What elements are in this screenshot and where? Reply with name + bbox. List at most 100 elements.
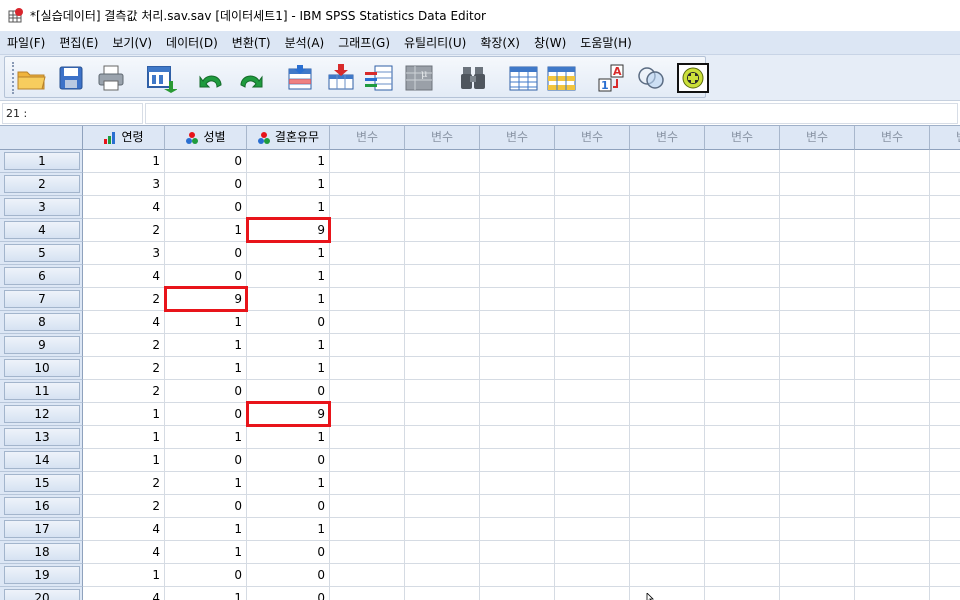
empty-variable-header[interactable]: 변수 [405,126,480,150]
empty-cell[interactable] [555,150,630,173]
add-extension-icon[interactable] [677,63,709,93]
row-header[interactable]: 13 [0,426,83,449]
empty-cell[interactable] [855,564,930,587]
empty-cell[interactable] [330,541,405,564]
data-cell[interactable]: 1 [165,311,247,334]
undo-icon[interactable] [195,63,227,93]
empty-cell[interactable] [555,265,630,288]
empty-cell[interactable] [930,173,960,196]
empty-cell[interactable] [480,311,555,334]
empty-cell[interactable] [555,380,630,403]
empty-cell[interactable] [555,472,630,495]
row-header[interactable]: 4 [0,219,83,242]
data-cell[interactable]: 4 [83,541,165,564]
data-cell[interactable]: 4 [83,311,165,334]
empty-cell[interactable] [405,242,480,265]
empty-cell[interactable] [330,449,405,472]
empty-cell[interactable] [555,219,630,242]
empty-cell[interactable] [480,449,555,472]
empty-cell[interactable] [780,219,855,242]
empty-cell[interactable] [930,426,960,449]
data-cell[interactable]: 1 [247,288,330,311]
empty-cell[interactable] [705,288,780,311]
empty-cell[interactable] [480,587,555,600]
data-cell[interactable]: 0 [247,380,330,403]
empty-cell[interactable] [930,288,960,311]
empty-cell[interactable] [480,150,555,173]
empty-cell[interactable] [405,219,480,242]
empty-cell[interactable] [780,196,855,219]
data-cell[interactable]: 9 [247,219,330,242]
empty-cell[interactable] [930,541,960,564]
cell-reference-box[interactable]: 21 : [2,103,143,124]
data-cell[interactable]: 4 [83,196,165,219]
menu-item-0[interactable]: 파일(F) [0,32,52,54]
data-cell[interactable]: 4 [83,518,165,541]
empty-cell[interactable] [330,380,405,403]
empty-cell[interactable] [330,196,405,219]
grid-corner[interactable] [0,126,83,150]
column-header-3[interactable]: 결혼유무 [247,126,330,150]
empty-cell[interactable] [855,403,930,426]
empty-cell[interactable] [855,472,930,495]
empty-cell[interactable] [630,403,705,426]
empty-cell[interactable] [555,357,630,380]
data-cell[interactable]: 1 [83,449,165,472]
empty-cell[interactable] [555,334,630,357]
empty-cell[interactable] [855,541,930,564]
empty-cell[interactable] [555,196,630,219]
empty-cell[interactable] [330,587,405,600]
empty-cell[interactable] [705,196,780,219]
value-labels-icon[interactable]: A1 [597,63,629,93]
data-cell[interactable]: 0 [165,403,247,426]
empty-cell[interactable] [330,495,405,518]
empty-cell[interactable] [855,587,930,600]
empty-cell[interactable] [405,173,480,196]
empty-cell[interactable] [855,173,930,196]
data-cell[interactable]: 1 [165,472,247,495]
menu-item-6[interactable]: 그래프(G) [331,32,397,54]
data-cell[interactable]: 1 [165,541,247,564]
empty-cell[interactable] [330,311,405,334]
menu-item-1[interactable]: 편집(E) [52,32,105,54]
row-header[interactable]: 14 [0,449,83,472]
empty-cell[interactable] [855,334,930,357]
menu-item-4[interactable]: 변환(T) [225,32,278,54]
empty-cell[interactable] [330,334,405,357]
empty-cell[interactable] [855,219,930,242]
row-header[interactable]: 3 [0,196,83,219]
empty-cell[interactable] [630,472,705,495]
spss-app-icon[interactable] [8,7,24,24]
empty-cell[interactable] [930,472,960,495]
menu-item-5[interactable]: 분석(A) [278,32,332,54]
empty-cell[interactable] [705,357,780,380]
empty-cell[interactable] [780,495,855,518]
empty-cell[interactable] [630,219,705,242]
empty-cell[interactable] [330,564,405,587]
empty-cell[interactable] [930,242,960,265]
data-cell[interactable]: 2 [83,495,165,518]
go-to-variable-icon[interactable] [325,63,357,93]
row-header[interactable]: 11 [0,380,83,403]
empty-variable-header[interactable]: 변수 [855,126,930,150]
data-cell[interactable]: 0 [247,541,330,564]
empty-variable-header[interactable]: 변수 [705,126,780,150]
data-cell[interactable]: 1 [83,403,165,426]
row-header[interactable]: 10 [0,357,83,380]
empty-cell[interactable] [780,242,855,265]
empty-cell[interactable] [405,311,480,334]
data-cell[interactable]: 1 [247,173,330,196]
data-cell[interactable]: 2 [83,288,165,311]
data-cell[interactable]: 0 [247,564,330,587]
row-header[interactable]: 5 [0,242,83,265]
empty-cell[interactable] [405,518,480,541]
row-header[interactable]: 2 [0,173,83,196]
empty-cell[interactable] [555,587,630,600]
data-cell[interactable]: 3 [83,242,165,265]
empty-cell[interactable] [555,242,630,265]
data-cell[interactable]: 9 [247,403,330,426]
empty-cell[interactable] [480,242,555,265]
empty-cell[interactable] [855,150,930,173]
empty-cell[interactable] [780,472,855,495]
column-header-2[interactable]: 성별 [165,126,247,150]
